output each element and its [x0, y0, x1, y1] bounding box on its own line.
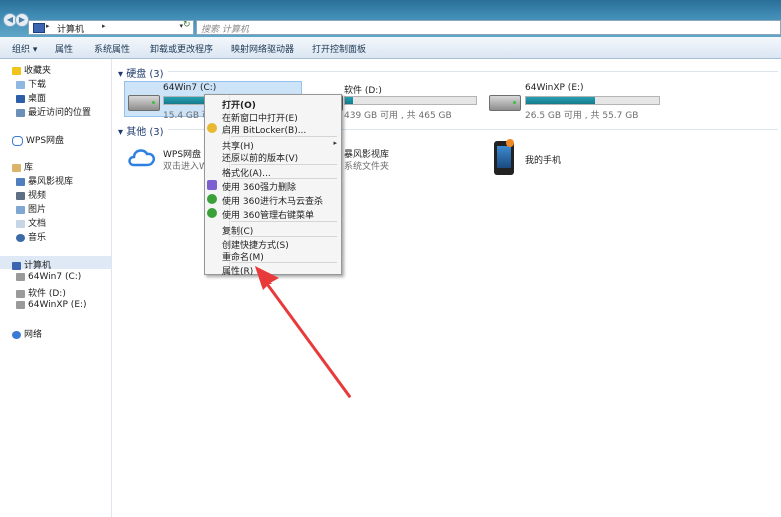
properties-button[interactable]: 属性	[55, 42, 73, 55]
download-icon	[16, 80, 25, 89]
menu-item-360-force-delete[interactable]: 使用 360强力删除	[222, 180, 296, 193]
sidebar-item-libraries[interactable]: 库	[12, 160, 33, 173]
hard-drive-icon	[128, 95, 160, 111]
map-drive-button[interactable]: 映射网络驱动器	[231, 42, 294, 55]
drive-usage-bar	[344, 96, 477, 105]
group-header-hard-disks[interactable]: ▾ 硬盘 (3)	[118, 65, 164, 80]
group-divider	[168, 71, 778, 72]
menu-separator	[231, 236, 337, 237]
drive-icon	[16, 300, 25, 309]
search-input[interactable]: 搜索 计算机	[196, 20, 781, 35]
drive-free-space: 439 GB 可用 , 共 465 GB	[344, 111, 452, 121]
item-subtitle: 系统文件夹	[344, 162, 390, 172]
sidebar-item-wps-cloud[interactable]: WPS网盘	[12, 133, 64, 146]
item-subtitle: 双击进入W	[163, 162, 208, 172]
360-icon	[207, 208, 217, 218]
item-name: 我的手机	[525, 156, 562, 166]
360-icon	[207, 194, 217, 204]
pictures-icon	[16, 205, 25, 214]
drive-free-space: 26.5 GB 可用 , 共 55.7 GB	[525, 111, 639, 121]
drive-icon	[16, 289, 25, 298]
drive-usage-fill	[345, 97, 353, 104]
address-box[interactable]: ▸ 计算机 ▸ ▾ ↻	[28, 20, 194, 35]
context-menu: 打开(O) 在新窗口中打开(E) 启用 BitLocker(B)... 共享(H…	[204, 94, 342, 277]
sidebar-item-downloads[interactable]: 下载	[16, 77, 46, 90]
menu-item-bitlocker[interactable]: 启用 BitLocker(B)...	[222, 123, 306, 136]
hard-drive-icon	[489, 95, 521, 111]
search-placeholder: 搜索 计算机	[201, 25, 249, 35]
menu-item-properties[interactable]: 属性(R)	[222, 264, 253, 277]
cloud-icon	[12, 135, 23, 146]
sidebar-item-drive-d[interactable]: 软件 (D:)	[16, 286, 66, 299]
menu-separator	[231, 262, 337, 263]
sidebar-item-drive-c[interactable]: 64Win7 (C:)	[16, 272, 81, 282]
forward-button[interactable]: ▶	[15, 13, 29, 27]
address-bar: ◀ ▶ ▸ 计算机 ▸ ▾ ↻ 搜索 计算机	[0, 0, 781, 37]
menu-separator	[231, 221, 337, 222]
sidebar-item-computer[interactable]: 计算机	[12, 258, 51, 271]
desktop-icon	[16, 94, 25, 103]
system-properties-button[interactable]: 系统属性	[94, 42, 130, 55]
drive-name: 软件 (D:)	[344, 86, 382, 96]
breadcrumb-computer[interactable]: 计算机	[57, 22, 84, 35]
computer-icon	[12, 261, 21, 270]
video-library-icon	[16, 177, 25, 186]
sidebar-item-storm-video[interactable]: 暴风影视库	[16, 174, 73, 187]
recent-places-icon	[16, 108, 25, 117]
group-header-other[interactable]: ▾ 其他 (3)	[118, 123, 164, 138]
library-icon	[12, 163, 21, 172]
drive-usage-fill	[526, 97, 596, 104]
control-panel-button[interactable]: 打开控制面板	[312, 42, 366, 55]
sidebar-item-drive-e[interactable]: 64WinXP (E:)	[16, 300, 87, 310]
phone-icon	[494, 139, 514, 175]
documents-icon	[16, 219, 25, 228]
menu-item-360-manage-menu[interactable]: 使用 360管理右键菜单	[222, 208, 314, 221]
menu-item-restore[interactable]: 还原以前的版本(V)	[222, 151, 298, 164]
sidebar-item-documents[interactable]: 文档	[16, 216, 46, 229]
wps-cloud-icon	[126, 145, 156, 167]
sidebar-item-desktop[interactable]: 桌面	[16, 91, 46, 104]
sidebar-item-videos[interactable]: 视频	[16, 188, 46, 201]
navigation-pane: 收藏夹 下载 桌面 最近访问的位置 WPS网盘 库 暴风影视库 视频 图片 文档…	[0, 59, 112, 517]
menu-separator	[231, 178, 337, 179]
computer-icon	[33, 23, 45, 33]
refresh-icon[interactable]: ↻	[183, 20, 193, 30]
submenu-arrow-icon: ▸	[333, 139, 337, 147]
breadcrumb-arrow-icon[interactable]: ▸	[102, 22, 106, 30]
network-icon	[12, 330, 21, 339]
sidebar-item-favorites[interactable]: 收藏夹	[12, 63, 51, 76]
drive-icon	[16, 272, 25, 281]
sidebar-item-pictures[interactable]: 图片	[16, 202, 46, 215]
organize-button[interactable]: 组织 ▾	[12, 42, 37, 55]
menu-separator	[231, 136, 337, 137]
menu-separator	[231, 164, 337, 165]
drive-name: 64Win7 (C:)	[163, 83, 217, 93]
sidebar-item-music[interactable]: 音乐	[16, 230, 46, 243]
breadcrumb-arrow-icon[interactable]: ▸	[46, 22, 50, 30]
command-bar: 组织 ▾ 属性 系统属性 卸载或更改程序 映射网络驱动器 打开控制面板	[0, 37, 781, 59]
drive-name: 64WinXP (E:)	[525, 83, 584, 93]
menu-item-open[interactable]: 打开(O)	[222, 98, 256, 111]
video-icon	[16, 191, 25, 200]
drive-usage-bar	[525, 96, 660, 105]
star-icon	[12, 66, 21, 75]
shield-icon	[207, 123, 217, 133]
sidebar-item-network[interactable]: 网络	[12, 327, 42, 340]
menu-item-360-trojan-scan[interactable]: 使用 360进行木马云查杀	[222, 194, 323, 207]
uninstall-button[interactable]: 卸载或更改程序	[150, 42, 213, 55]
sidebar-item-recent[interactable]: 最近访问的位置	[16, 105, 91, 118]
force-delete-icon	[207, 180, 217, 190]
music-icon	[16, 233, 25, 242]
